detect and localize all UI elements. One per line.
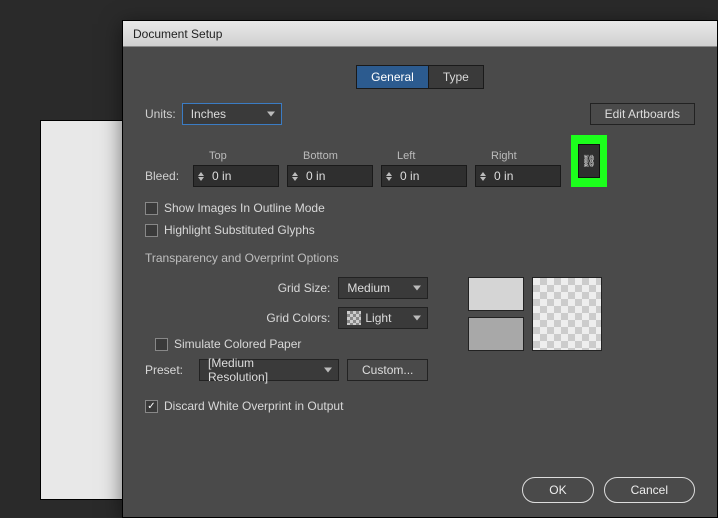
bleed-left-input[interactable]: 0 in [381, 165, 467, 187]
bleed-label: Bleed: [145, 169, 179, 183]
bleed-right-label: Right [491, 150, 517, 162]
chevron-down-icon [413, 316, 421, 321]
preset-label: Preset: [145, 363, 183, 377]
tab-bar: General Type [145, 65, 695, 89]
show-images-outline-checkbox[interactable] [145, 202, 158, 215]
link-highlight: ⛓ [571, 135, 607, 187]
units-label: Units: [145, 107, 176, 121]
cancel-button[interactable]: Cancel [604, 477, 695, 503]
show-images-outline-label: Show Images In Outline Mode [164, 201, 325, 215]
transparency-preview [532, 277, 602, 351]
grid-size-label: Grid Size: [278, 281, 331, 295]
stepper-arrows-icon[interactable] [288, 166, 302, 186]
link-values-button[interactable]: ⛓ [578, 144, 600, 178]
grid-size-select[interactable]: Medium [338, 277, 428, 299]
document-setup-dialog: Document Setup General Type Units: Inche… [122, 20, 718, 518]
highlight-glyphs-label: Highlight Substituted Glyphs [164, 223, 315, 237]
tab-type[interactable]: Type [429, 65, 484, 89]
bleed-bottom-input[interactable]: 0 in [287, 165, 373, 187]
swatch-light[interactable] [468, 277, 524, 311]
edit-artboards-button[interactable]: Edit Artboards [590, 103, 695, 125]
bleed-left-label: Left [397, 150, 415, 162]
dialog-title: Document Setup [133, 27, 222, 41]
discard-white-label: Discard White Overprint in Output [164, 399, 343, 413]
stepper-arrows-icon[interactable] [194, 166, 208, 186]
grid-colors-label: Grid Colors: [266, 311, 330, 325]
custom-button[interactable]: Custom... [347, 359, 428, 381]
grid-colors-select[interactable]: Light [338, 307, 428, 329]
chevron-down-icon [413, 286, 421, 291]
tab-general[interactable]: General [356, 65, 429, 89]
simulate-paper-checkbox[interactable] [155, 338, 168, 351]
units-select[interactable]: Inches [182, 103, 282, 125]
checker-swatch-icon [347, 311, 361, 325]
bleed-right-input[interactable]: 0 in [475, 165, 561, 187]
chevron-down-icon [324, 368, 332, 373]
stepper-arrows-icon[interactable] [382, 166, 396, 186]
chevron-down-icon [267, 112, 275, 117]
highlight-glyphs-checkbox[interactable] [145, 224, 158, 237]
bleed-bottom-label: Bottom [303, 150, 338, 162]
ok-button[interactable]: OK [522, 477, 593, 503]
transparency-section-title: Transparency and Overprint Options [145, 251, 695, 265]
dialog-titlebar: Document Setup [123, 21, 717, 47]
stepper-arrows-icon[interactable] [476, 166, 490, 186]
swatch-gray[interactable] [468, 317, 524, 351]
link-icon: ⛓ [581, 154, 596, 168]
simulate-paper-label: Simulate Colored Paper [174, 337, 301, 351]
bleed-top-label: Top [209, 150, 227, 162]
discard-white-checkbox[interactable]: ✓ [145, 400, 158, 413]
preset-select[interactable]: [Medium Resolution] [199, 359, 339, 381]
bleed-top-input[interactable]: 0 in [193, 165, 279, 187]
